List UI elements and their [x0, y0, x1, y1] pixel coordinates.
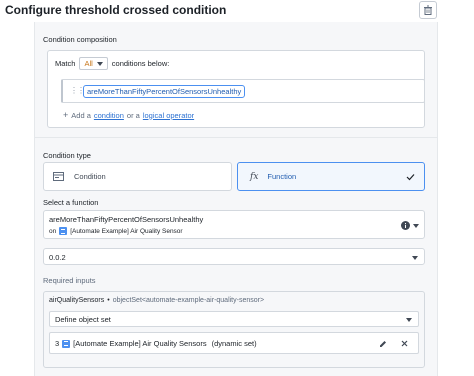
condition-item[interactable]: ⋮⋮ areMoreThanFiftyPercentOfSensorsUnhea…: [61, 79, 425, 103]
select-function-label: Select a function: [43, 198, 99, 207]
caret-down-icon: [413, 224, 419, 228]
match-suffix: conditions below:: [111, 59, 170, 68]
plus-icon[interactable]: +: [63, 110, 68, 120]
function-name: areMoreThanFiftyPercentOfSensorsUnhealth…: [49, 215, 204, 224]
function-option-label: Function: [267, 172, 297, 181]
caret-down-icon: [406, 318, 412, 322]
param-name: airQualitySensors: [49, 297, 105, 304]
section-divider: [34, 137, 438, 138]
add-or: or a: [126, 110, 140, 120]
checkmark-icon: [406, 174, 415, 181]
on-label: on: [49, 227, 57, 235]
version-value: 0.0.2: [49, 253, 66, 262]
function-on-row: on [Automate Example] Air Quality Sensor: [49, 227, 183, 235]
close-icon[interactable]: [401, 340, 408, 347]
caret-down-icon: [412, 256, 418, 260]
object-set-name: [Automate Example] Air Quality Sensors: [73, 339, 207, 348]
param-row: airQualitySensors • objectSet<automate-e…: [49, 297, 264, 304]
param-separator: •: [107, 297, 110, 304]
caret-down-icon: [96, 61, 103, 66]
add-condition-link[interactable]: condition: [94, 111, 124, 120]
object-set-row: 3 [Automate Example] Air Quality Sensors…: [49, 332, 419, 354]
condition-option-label: Condition: [74, 172, 106, 181]
object-set-kind: (dynamic set): [211, 339, 257, 348]
add-condition-line: + Add a condition or a logical operator: [63, 110, 194, 120]
param-type: objectSet<automate-example-air-quality-s…: [112, 297, 265, 304]
edit-pencil-icon[interactable]: [379, 340, 387, 348]
object-set-count: 3: [55, 339, 60, 348]
object-set-info: 3 [Automate Example] Air Quality Sensors…: [55, 339, 257, 348]
form-icon: [53, 172, 64, 181]
match-row: Match All conditions below:: [55, 57, 169, 70]
on-value: [Automate Example] Air Quality Sensor: [70, 227, 183, 235]
object-type-icon: [62, 339, 71, 348]
define-object-set-label: Define object set: [55, 315, 111, 324]
object-type-icon: [59, 227, 68, 235]
add-logical-operator-link[interactable]: logical operator: [143, 111, 194, 120]
fx-icon: fx: [250, 171, 259, 182]
condition-type-function[interactable]: fx Function: [237, 162, 425, 191]
condition-composition-label: Condition composition: [43, 35, 117, 44]
condition-type-label: Condition type: [43, 151, 91, 160]
define-object-set-select[interactable]: Define object set: [49, 311, 419, 327]
drag-handle-icon[interactable]: ⋮⋮: [70, 86, 85, 95]
condition-type-condition[interactable]: Condition: [43, 162, 232, 191]
required-inputs-label: Required inputs: [43, 276, 96, 285]
page-title: Configure threshold crossed condition: [5, 3, 227, 17]
condition-chip[interactable]: areMoreThanFiftyPercentOfSensorsUnhealth…: [83, 85, 246, 98]
delete-button[interactable]: [419, 1, 437, 19]
match-value: All: [84, 59, 93, 68]
trash-icon: [424, 5, 432, 15]
dialog-header: Configure threshold crossed condition: [0, 0, 474, 22]
version-select[interactable]: 0.0.2: [43, 248, 425, 265]
add-prefix: Add a: [71, 110, 91, 120]
info-icon[interactable]: [401, 221, 410, 230]
match-label: Match: [55, 59, 76, 68]
match-select[interactable]: All: [79, 57, 108, 70]
function-select[interactable]: areMoreThanFiftyPercentOfSensorsUnhealth…: [43, 210, 425, 239]
